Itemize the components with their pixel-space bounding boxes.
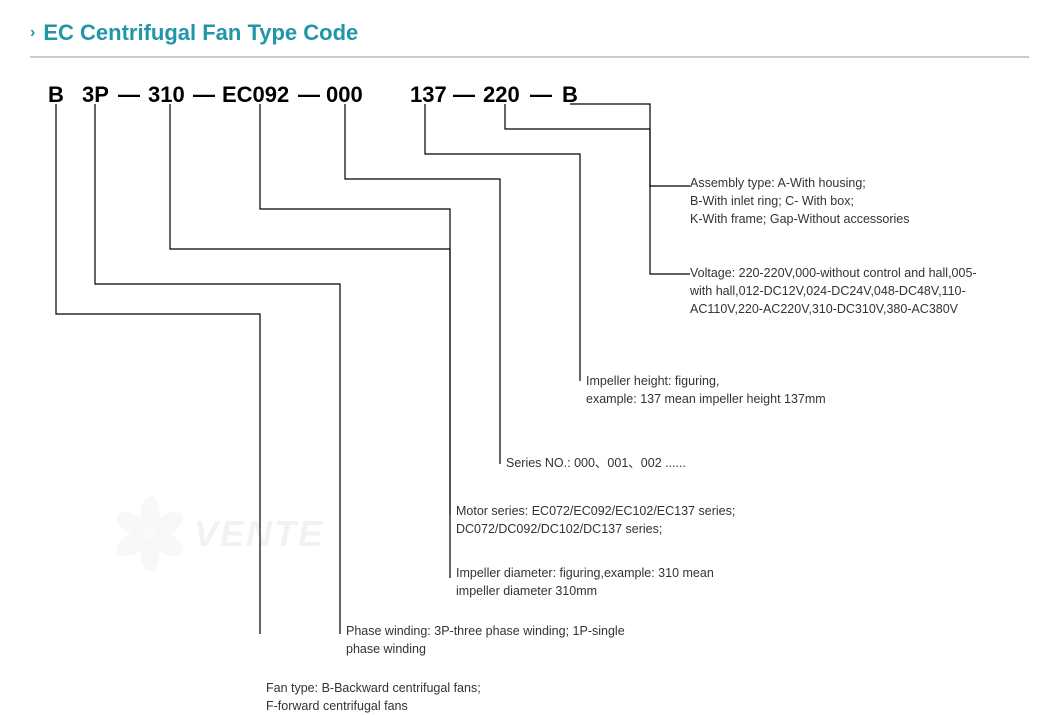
page: › EC Centrifugal Fan Type Code B 3P — 31… (0, 0, 1059, 668)
svg-text:310: 310 (148, 82, 185, 107)
series-no-annotation: Series NO.: 000、001、002 ...... (506, 454, 686, 472)
assembly-annotation: Assembly type: A-With housing; B-With in… (690, 174, 910, 228)
title-chevron: › (30, 24, 35, 42)
watermark-text: VENTE (194, 513, 324, 555)
svg-text:EC092: EC092 (222, 82, 289, 107)
phase-winding-annotation: Phase winding: 3P-three phase winding; 1… (346, 622, 625, 658)
fan-type-annotation: Fan type: B-Backward centrifugal fans; F… (266, 679, 481, 715)
svg-text:—: — (530, 82, 552, 107)
impeller-diameter-annotation: Impeller diameter: figuring,example: 310… (456, 564, 714, 600)
svg-text:137: 137 (410, 82, 447, 107)
svg-text:—: — (118, 82, 140, 107)
diagram-area: B 3P — 310 — EC092 — 000 137 — 220 — B (30, 74, 1029, 634)
diagram-svg: B 3P — 310 — EC092 — 000 137 — 220 — B (30, 74, 1029, 634)
title-section: › EC Centrifugal Fan Type Code (30, 20, 1029, 46)
watermark-fan-icon (110, 494, 190, 574)
page-title: EC Centrifugal Fan Type Code (43, 20, 358, 46)
voltage-annotation: Voltage: 220-220V,000-without control an… (690, 264, 977, 318)
svg-text:000: 000 (326, 82, 363, 107)
svg-text:220: 220 (483, 82, 520, 107)
svg-text:B: B (562, 82, 578, 107)
svg-text:B: B (48, 82, 64, 107)
title-divider (30, 56, 1029, 58)
svg-text:3P: 3P (82, 82, 109, 107)
watermark: VENTE (110, 494, 324, 574)
impeller-height-annotation: Impeller height: figuring, example: 137 … (586, 372, 826, 408)
svg-text:—: — (298, 82, 320, 107)
svg-text:—: — (453, 82, 475, 107)
svg-text:—: — (193, 82, 215, 107)
motor-series-annotation: Motor series: EC072/EC092/EC102/EC137 se… (456, 502, 735, 538)
